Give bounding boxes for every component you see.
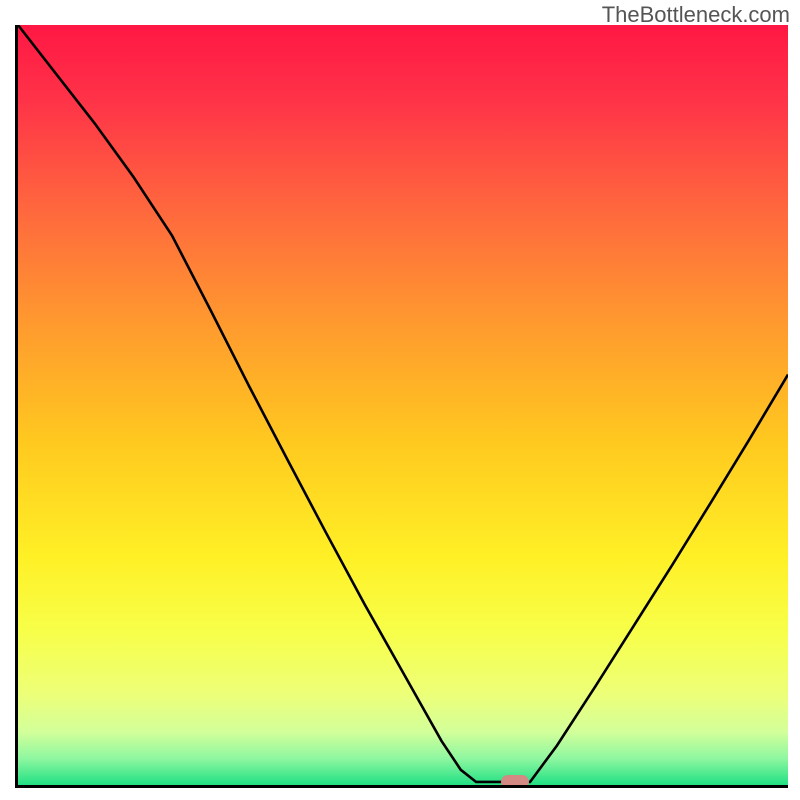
bottleneck-curve (18, 25, 788, 785)
plot-area (15, 25, 788, 788)
chart-container: TheBottleneck.com (0, 0, 800, 800)
watermark-text: TheBottleneck.com (602, 2, 790, 28)
optimal-point-marker (501, 775, 529, 788)
